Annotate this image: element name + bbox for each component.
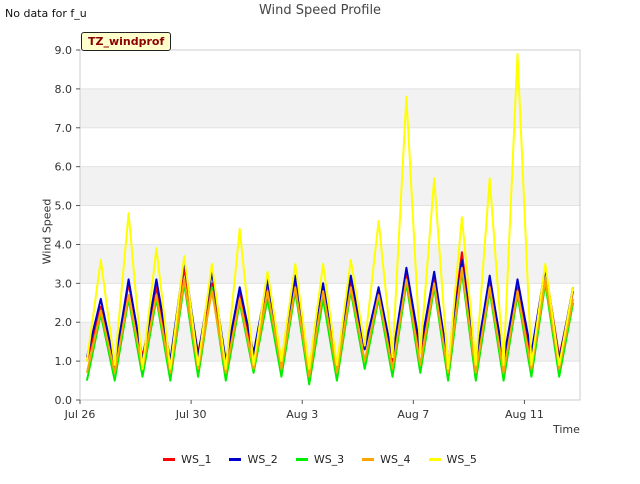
grid-band [80, 88, 580, 128]
legend-swatch [428, 458, 441, 461]
legend-swatch [362, 458, 375, 461]
y-axis-label: Wind Speed [40, 198, 54, 265]
legend-item-ws4: WS_4 [362, 453, 411, 466]
y-tick-label: 3.0 [55, 277, 73, 290]
plot-area: 0.0 1.0 2.0 3.0 4.0 5.0 6.0 7.0 8.0 9.0 Jul 26 Jul… [55, 44, 581, 421]
chart: 0.0 1.0 2.0 3.0 4.0 5.0 6.0 7.0 8.0 9.0 Jul 26 Jul… [0, 0, 640, 480]
x-tick-label: Aug 7 [397, 408, 429, 421]
chart-title: Wind Speed Profile [258, 3, 382, 18]
x-axis-label: Time [553, 423, 580, 436]
legend-label: WS_5 [446, 453, 477, 466]
legend-item-ws2: WS_2 [229, 453, 278, 466]
y-tick-label: 5.0 [55, 200, 73, 213]
y-tick-label: 9.0 [55, 44, 73, 57]
legend-label: WS_1 [181, 453, 212, 466]
legend-swatch [295, 458, 308, 461]
legend-label: WS_3 [313, 453, 345, 466]
legend-swatch [229, 458, 242, 461]
x-tick-label: Aug 11 [505, 408, 544, 421]
y-tick-label: 8.0 [55, 83, 73, 96]
y-tick-label: 6.0 [55, 161, 73, 174]
y-tick-label: 4.0 [55, 238, 73, 251]
legend-label: WS_4 [380, 453, 411, 466]
legend-swatch [163, 458, 176, 461]
grid-band [80, 166, 580, 206]
x-tick-label: Jul 30 [175, 408, 207, 421]
legend-item-ws3: WS_3 [295, 453, 345, 466]
legend-item-ws5: WS_5 [428, 453, 477, 466]
y-tick-label: 7.0 [55, 122, 73, 135]
y-tick-label: 1.0 [55, 355, 73, 368]
legend: WS_1 WS_2 WS_3 WS_4 WS_5 [0, 453, 640, 466]
legend-item-ws1: WS_1 [163, 453, 211, 466]
y-tick-label: 2.0 [55, 316, 73, 329]
x-tick-label: Aug 3 [286, 408, 318, 421]
x-tick-label: Jul 26 [64, 408, 96, 421]
y-tick-label: 0.0 [55, 394, 73, 407]
site-badge: TZ_windprof [81, 32, 172, 51]
legend-label: WS_2 [247, 453, 278, 466]
